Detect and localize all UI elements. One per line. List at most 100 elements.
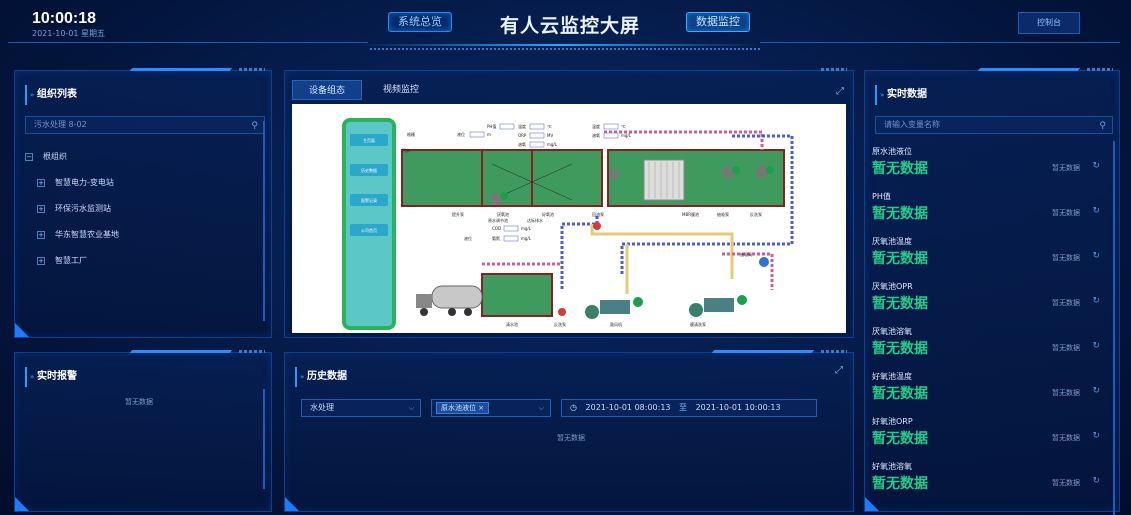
label-suction: 抽吸泵	[717, 211, 729, 217]
history-title: 历史数据	[295, 367, 347, 387]
scada-diagram: 主页面 历史数据 报警记录 公司首页 液位 m PH值 温度 ℃ ORP MV …	[292, 104, 846, 333]
data-item-name: PH值	[872, 192, 891, 201]
chevron-down-icon: ⌵	[408, 404, 414, 412]
unit-mgl: mg/L	[547, 142, 558, 147]
unit-mgl-3: mg/L	[521, 226, 532, 231]
org-list-title: 组织列表	[25, 85, 77, 105]
sensor-cod	[503, 225, 519, 232]
fullscreen-icon[interactable]: ⤢	[834, 86, 846, 98]
nav-system-overview-button[interactable]: 系统总览	[388, 12, 452, 32]
tab-video-monitor[interactable]: 视频监控	[366, 80, 436, 100]
valve-blue[interactable]	[759, 257, 769, 267]
tree-item-label: 智慧工厂	[55, 256, 87, 265]
search-icon[interactable]: ⚲	[251, 118, 258, 134]
data-item-value: 暂无数据	[872, 476, 928, 492]
page-title: 有人云监控大屏	[500, 15, 641, 37]
data-item-status: 暂无数据	[1052, 209, 1080, 217]
sensor-do-2	[603, 132, 619, 139]
data-item-name: 厌氧池温度	[872, 237, 912, 246]
refresh-icon[interactable]: ↻	[1092, 251, 1100, 261]
panel-dash	[1087, 68, 1113, 71]
refresh-icon[interactable]: ↻	[1092, 431, 1100, 441]
sensor-do	[529, 141, 545, 148]
data-item-name: 好氧池温度	[872, 372, 912, 381]
refresh-icon[interactable]: ↻	[1092, 161, 1100, 171]
label-discharge: 达标排水	[527, 217, 543, 223]
sensor-temp-2	[603, 123, 619, 130]
group-select-value: 水处理	[310, 403, 334, 412]
pump-reflux[interactable]	[609, 169, 619, 179]
nav-data-monitor-button[interactable]: 数据监控	[686, 12, 750, 32]
tree-item[interactable]: + 智慧工厂	[37, 255, 87, 266]
unit-mv: MV	[547, 133, 553, 138]
label-clean: 清水池	[506, 321, 518, 327]
realtime-scrollbar[interactable]	[1113, 141, 1115, 515]
label-blower: 鼓风机	[610, 321, 622, 327]
date-to[interactable]: 2021-10-01 10:00:13	[696, 403, 781, 412]
label-aerobic: 好氧池	[542, 211, 554, 217]
date-from[interactable]: 2021-10-01 08:00:13	[586, 403, 671, 412]
panel-dash	[821, 350, 847, 353]
header: 10:00:18 2021-10-01 星期五 系统总览 有人云监控大屏 数据监…	[0, 0, 1131, 60]
expand-icon[interactable]: +	[37, 256, 45, 265]
data-item-status: 暂无数据	[1052, 389, 1080, 397]
data-item: 厌氧池溶氧 暂无数据 暂无数据 ↻	[872, 326, 1110, 370]
tree-item[interactable]: + 环保污水监测站	[37, 203, 111, 214]
tree-root-label: 根组织	[43, 152, 67, 161]
data-item-value: 暂无数据	[872, 251, 928, 267]
data-item: 厌氧池温度 暂无数据 暂无数据 ↻	[872, 236, 1110, 280]
refresh-icon[interactable]: ↻	[1092, 476, 1100, 486]
org-search-input[interactable]: 污水处理 8-02 ⚲	[25, 116, 265, 134]
clock-date: 2021-10-01 星期五	[32, 29, 106, 38]
valve-red[interactable]	[593, 222, 601, 230]
expand-icon[interactable]: +	[37, 178, 45, 187]
refresh-icon[interactable]: ↻	[1092, 386, 1100, 396]
data-item-name: 好氧池溶氧	[872, 462, 912, 471]
blower-1[interactable]	[585, 297, 643, 319]
history-panel: 历史数据 ⤢ 水处理 ⌵ 原水池液位 × ⌵ ◷ 2021-10-01 08:0…	[284, 350, 854, 512]
refresh-icon[interactable]: ↻	[1092, 296, 1100, 306]
label-wash-pump: 膜清洗泵	[690, 321, 706, 327]
side-btn-label: 历史数据	[361, 167, 377, 173]
mbr-tank	[607, 149, 785, 207]
date-range-picker[interactable]: ◷ 2021-10-01 08:00:13 至 2021-10-01 10:00…	[561, 399, 817, 417]
selected-variable-chip[interactable]: 原水池液位 ×	[436, 401, 490, 414]
clock-icon: ◷	[570, 403, 577, 412]
console-button[interactable]: 控制台	[1018, 12, 1080, 34]
truck-wheel	[448, 308, 456, 316]
expand-icon[interactable]: +	[37, 204, 45, 213]
label-cod: COD	[492, 226, 501, 231]
tree-item-label: 环保污水监测站	[55, 204, 111, 213]
chevron-down-icon: ⌵	[538, 404, 544, 412]
variable-search-input[interactable]: 请输入变量名称 ⚲	[875, 116, 1113, 134]
valve-red[interactable]	[558, 308, 566, 316]
blower-2[interactable]	[689, 295, 747, 317]
data-item: 好氧池ORP 暂无数据 暂无数据 ↻	[872, 416, 1110, 460]
search-icon[interactable]: ⚲	[1099, 118, 1106, 134]
refresh-icon[interactable]: ↻	[1092, 206, 1100, 216]
tree-root[interactable]: − 根组织	[25, 151, 67, 162]
tree-item[interactable]: + 华东智慧农业基地	[37, 229, 119, 240]
refresh-icon[interactable]: ↻	[1092, 341, 1100, 351]
fullscreen-icon[interactable]: ⤢	[833, 365, 845, 377]
data-item-value: 暂无数据	[872, 341, 928, 357]
tab-device-config[interactable]: 设备组态	[292, 80, 362, 100]
label-backwash-2: 反洗泵	[554, 321, 566, 327]
tree-item[interactable]: + 智慧电力-变电站	[37, 177, 114, 188]
expand-icon[interactable]: +	[37, 230, 45, 239]
data-item-status: 暂无数据	[1052, 479, 1080, 487]
header-line-left	[8, 42, 368, 43]
collapse-icon[interactable]: −	[25, 152, 33, 161]
tree-item-label: 华东智慧农业基地	[55, 230, 119, 239]
data-item: 原水池液位 暂无数据 暂无数据 ↻	[872, 146, 1110, 190]
label-lift: 提升泵	[452, 211, 464, 217]
corner-triangle	[15, 323, 29, 337]
panel-dash	[821, 68, 847, 71]
org-scrollbar[interactable]	[263, 121, 265, 321]
label-grille: 格栅	[407, 131, 415, 137]
data-item-name: 厌氧池OPR	[872, 282, 913, 291]
clean-tank	[481, 273, 553, 317]
alarm-scrollbar[interactable]	[263, 389, 265, 489]
group-select[interactable]: 水处理 ⌵	[301, 399, 421, 417]
variable-select[interactable]: 原水池液位 × ⌵	[431, 399, 551, 417]
